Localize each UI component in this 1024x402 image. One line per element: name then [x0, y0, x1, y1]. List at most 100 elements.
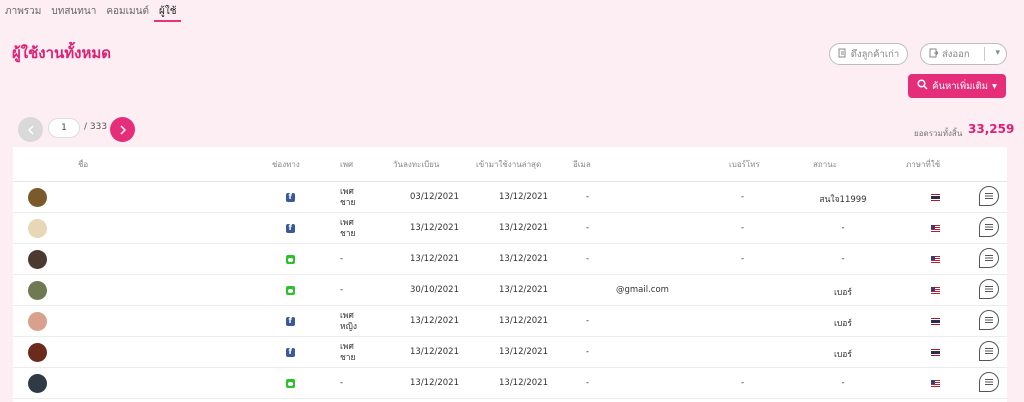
- top-tabs: ภาพรวม บทสนทนา คอมเมนต์ ผู้ใช้: [0, 0, 182, 22]
- gender-cell: เพศ ชาย: [340, 342, 356, 363]
- col-status: สถานะ: [813, 160, 837, 169]
- advanced-search-button[interactable]: ค้นหาเพิ่มเติม ▾: [908, 74, 1006, 98]
- col-phone: เบอร์โทร: [729, 160, 760, 169]
- status-cell: -: [841, 223, 845, 233]
- prev-page-button[interactable]: [18, 117, 43, 142]
- avatar: [28, 343, 47, 362]
- chat-icon[interactable]: [979, 372, 999, 392]
- tab-comments[interactable]: คอมเมนต์: [101, 0, 154, 22]
- chat-icon[interactable]: [979, 217, 999, 237]
- chat-icon[interactable]: [979, 310, 999, 330]
- line-icon: [286, 255, 295, 264]
- phone-cell: -: [741, 223, 745, 233]
- tab-users[interactable]: ผู้ใช้: [153, 0, 182, 22]
- last-active-cell: 13/12/2021: [499, 223, 548, 233]
- import-customers-button[interactable]: ดึงลูกค้าเก่า: [829, 43, 908, 65]
- chevron-left-icon: [27, 124, 34, 135]
- line-icon: [286, 379, 295, 388]
- email-cell: -: [586, 192, 590, 202]
- email-cell: @gmail.com: [616, 285, 669, 295]
- col-language: ภาษาที่ใช้: [906, 160, 941, 169]
- table-row[interactable]: - 13/12/2021 13/12/2021 - - -: [13, 244, 1007, 275]
- gender-cell: -: [340, 378, 344, 388]
- table-header: ชื่อ ช่องทาง เพศ วันลงทะเบียน เข้ามาใช้ง…: [13, 147, 1007, 182]
- search-icon: [917, 79, 928, 93]
- registered-cell: 13/12/2021: [410, 378, 459, 388]
- chevron-right-icon: [119, 124, 126, 135]
- us-flag-icon: [931, 287, 940, 294]
- chat-icon[interactable]: [979, 341, 999, 361]
- col-name: ชื่อ: [78, 160, 89, 169]
- avatar: [28, 281, 47, 300]
- thai-flag-icon: [931, 194, 940, 201]
- table-row[interactable]: เพศ ชาย 03/12/2021 13/12/2021 - - สนใจ11999: [13, 182, 1007, 213]
- facebook-icon: [286, 347, 295, 357]
- avatar: [28, 250, 47, 269]
- col-last-active: เข้ามาใช้งานล่าสุด: [476, 160, 542, 169]
- gender-cell: เพศ ชาย: [340, 187, 356, 208]
- export-button[interactable]: ส่งออก ▾: [920, 43, 1007, 65]
- line-icon: [286, 286, 295, 295]
- users-table: ชื่อ ช่องทาง เพศ วันลงทะเบียน เข้ามาใช้ง…: [13, 147, 1007, 402]
- phone-cell: -: [741, 378, 745, 388]
- col-gender: เพศ: [340, 160, 354, 169]
- table-row[interactable]: เพศ ชาย 13/12/2021 13/12/2021 - - -: [13, 213, 1007, 244]
- last-active-cell: 13/12/2021: [499, 254, 548, 264]
- avatar: [28, 312, 47, 331]
- tab-overview[interactable]: ภาพรวม: [0, 0, 46, 22]
- gender-cell: -: [340, 285, 344, 295]
- table-row[interactable]: - 13/12/2021 13/12/2021 - - -: [13, 368, 1007, 399]
- registered-cell: 13/12/2021: [410, 316, 459, 326]
- table-row[interactable]: เพศ หญิง 13/12/2021 13/12/2021 - เบอร์: [13, 306, 1007, 337]
- page-title: ผู้ใช้งานทั้งหมด: [12, 44, 112, 62]
- advanced-search-label: ค้นหาเพิ่มเติม: [932, 80, 989, 92]
- import-label: ดึงลูกค้าเก่า: [850, 48, 900, 60]
- avatar: [28, 374, 47, 393]
- registered-cell: 30/10/2021: [410, 285, 459, 295]
- thai-flag-icon: [931, 349, 940, 356]
- gender-cell: เพศ ชาย: [340, 218, 356, 239]
- export-label: ส่งออก: [942, 48, 970, 60]
- facebook-icon: [286, 223, 295, 233]
- status-cell: เบอร์: [834, 319, 852, 329]
- table-row[interactable]: เพศ ชาย 13/12/2021 13/12/2021 - เบอร์: [13, 337, 1007, 368]
- total-value: 33,259: [968, 122, 1015, 136]
- last-active-cell: 13/12/2021: [499, 347, 548, 357]
- avatar: [28, 188, 47, 207]
- us-flag-icon: [931, 380, 940, 387]
- email-cell: -: [586, 254, 590, 264]
- registered-cell: 13/12/2021: [410, 223, 459, 233]
- table-body: เพศ ชาย03/12/202113/12/2021--สนใจ11999เพ…: [13, 182, 1007, 399]
- total-label: ยอดรวมทั้งสิ้น: [914, 129, 963, 138]
- status-cell: เบอร์: [834, 350, 852, 360]
- status-cell: -: [841, 378, 845, 388]
- col-registered: วันลงทะเบียน: [393, 160, 440, 169]
- chat-icon[interactable]: [979, 186, 999, 206]
- col-email: อีเมล: [573, 160, 591, 169]
- chat-icon[interactable]: [979, 279, 999, 299]
- status-cell: เบอร์: [834, 288, 852, 298]
- gender-cell: เพศ หญิง: [340, 311, 357, 332]
- last-active-cell: 13/12/2021: [499, 285, 548, 295]
- registered-cell: 13/12/2021: [410, 254, 459, 264]
- export-icon: [929, 48, 939, 61]
- last-active-cell: 13/12/2021: [499, 192, 548, 202]
- us-flag-icon: [931, 256, 940, 263]
- col-channel: ช่องทาง: [272, 160, 300, 169]
- facebook-icon: [286, 192, 295, 202]
- import-icon: [838, 48, 847, 61]
- registered-cell: 13/12/2021: [410, 347, 459, 357]
- next-page-button[interactable]: [110, 117, 135, 142]
- status-cell: -: [841, 254, 845, 264]
- tab-conversations[interactable]: บทสนทนา: [46, 0, 101, 22]
- email-cell: -: [586, 378, 590, 388]
- page-number-input[interactable]: [48, 118, 80, 138]
- table-row[interactable]: - 30/10/2021 13/12/2021 @gmail.com เบอร์: [13, 275, 1007, 306]
- phone-cell: -: [741, 192, 745, 202]
- page-total: / 333: [84, 122, 108, 132]
- email-cell: -: [586, 347, 590, 357]
- chat-icon[interactable]: [979, 248, 999, 268]
- facebook-icon: [286, 316, 295, 326]
- thai-flag-icon: [931, 318, 940, 325]
- chevron-down-icon[interactable]: ▾: [995, 48, 1000, 58]
